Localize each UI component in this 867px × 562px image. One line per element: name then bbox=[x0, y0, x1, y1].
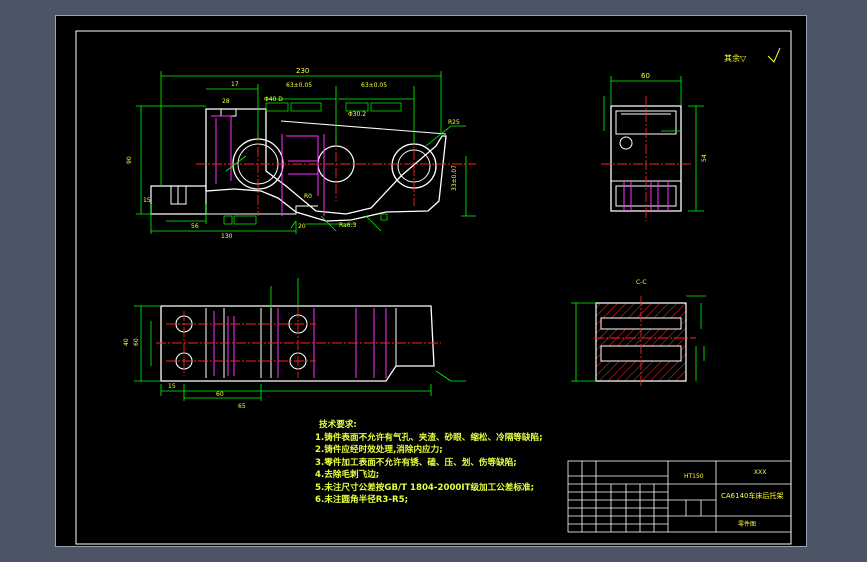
title-drawing-name: CA6140车床后托架 bbox=[721, 491, 784, 500]
dim-overall: 230 bbox=[296, 67, 309, 75]
top-view: 40 60 15 60 65 bbox=[123, 278, 466, 410]
top-body-outline bbox=[160, 305, 435, 382]
tolerance-frame-2 bbox=[290, 102, 322, 112]
roughness-symbol-icon bbox=[767, 47, 781, 63]
front-hidden-lines bbox=[211, 115, 325, 216]
title-drawing-type: 零件图 bbox=[738, 520, 756, 528]
dim-o: 33±0.07 bbox=[451, 165, 458, 191]
dim-j: 56 bbox=[191, 223, 199, 230]
top-dim-height: 60 bbox=[133, 338, 140, 346]
dim-a: 17 bbox=[231, 81, 239, 88]
requirements-heading: 技术要求: bbox=[319, 420, 357, 430]
requirement-line: 4.去除毛刺飞边; bbox=[315, 470, 380, 480]
top-center-lines bbox=[156, 308, 441, 378]
requirement-line: 5.未注尺寸公差按GB/T 1804-2000IT级加工公差标准; bbox=[315, 482, 535, 493]
requirement-line: 6.未注圆角半径R3-R5; bbox=[315, 495, 409, 505]
front-body-outline bbox=[205, 108, 447, 222]
title-material: HT150 bbox=[684, 473, 704, 480]
section-label: C-C bbox=[636, 279, 647, 286]
dim-g: R25 bbox=[448, 119, 460, 126]
dim-e: Φ40 D bbox=[264, 96, 283, 103]
side-dim-width: 60 bbox=[641, 72, 650, 80]
side-center-lines bbox=[601, 96, 691, 221]
dim-l: 20 bbox=[298, 223, 306, 230]
dim-k: 130 bbox=[221, 233, 233, 240]
requirement-line: 1.铸件表面不允许有气孔、夹渣、砂眼、缩松、冷隔等缺陷; bbox=[315, 432, 543, 443]
dim-i: 15 bbox=[143, 197, 151, 204]
front-view: 230 17 63±0.05 63±0.05 28 Φ40 D Φ30.2 R2… bbox=[126, 67, 476, 240]
side-view: 60 54 bbox=[601, 72, 708, 221]
requirement-line: 3.零件加工表面不允许有锈、磕、压、划、伤等缺陷; bbox=[315, 457, 517, 468]
dim-n: Ra6.3 bbox=[339, 222, 356, 229]
dim-c: 63±0.05 bbox=[361, 82, 387, 89]
arm-top-line bbox=[280, 120, 447, 135]
bottom-hole bbox=[170, 186, 187, 205]
top-dim-width: 40 bbox=[123, 338, 130, 346]
drawing-sheet: 其余▽ 230 17 63±0.05 63±0.05 28 Φ40 D Φ30.… bbox=[55, 15, 807, 547]
requirement-line: 2.铸件应经时效处理,消除内应力; bbox=[315, 445, 443, 455]
side-dim-height: 54 bbox=[701, 154, 708, 162]
tolerance-frame-3 bbox=[345, 102, 369, 112]
datum-box-c bbox=[223, 215, 233, 225]
datum-box bbox=[380, 213, 388, 221]
top-dim-c: 65 bbox=[238, 403, 246, 410]
dim-d: 28 bbox=[222, 98, 230, 105]
side-small-hole bbox=[619, 136, 633, 150]
top-dim-a: 15 bbox=[168, 383, 176, 390]
side-dimension-lines bbox=[603, 76, 704, 212]
section-view: C-C bbox=[571, 279, 706, 386]
dim-m: R0 bbox=[304, 193, 312, 200]
front-dimension-lines bbox=[136, 71, 476, 234]
technical-requirements: 技术要求: 1.铸件表面不允许有气孔、夹渣、砂眼、缩松、冷隔等缺陷; 2.铸件应… bbox=[315, 419, 605, 507]
dim-h: 90 bbox=[126, 156, 133, 164]
base-edge bbox=[206, 205, 318, 215]
tolerance-frame-4 bbox=[370, 102, 402, 112]
dim-b: 63±0.05 bbox=[286, 82, 312, 89]
corner-roughness-mark: 其余▽ bbox=[724, 53, 747, 63]
top-dim-b: 60 bbox=[216, 391, 224, 398]
title-school: XXX bbox=[754, 469, 766, 476]
tolerance-frame-5 bbox=[233, 215, 257, 225]
tolerance-frame-1 bbox=[265, 102, 289, 112]
dim-f: Φ30.2 bbox=[348, 111, 366, 118]
